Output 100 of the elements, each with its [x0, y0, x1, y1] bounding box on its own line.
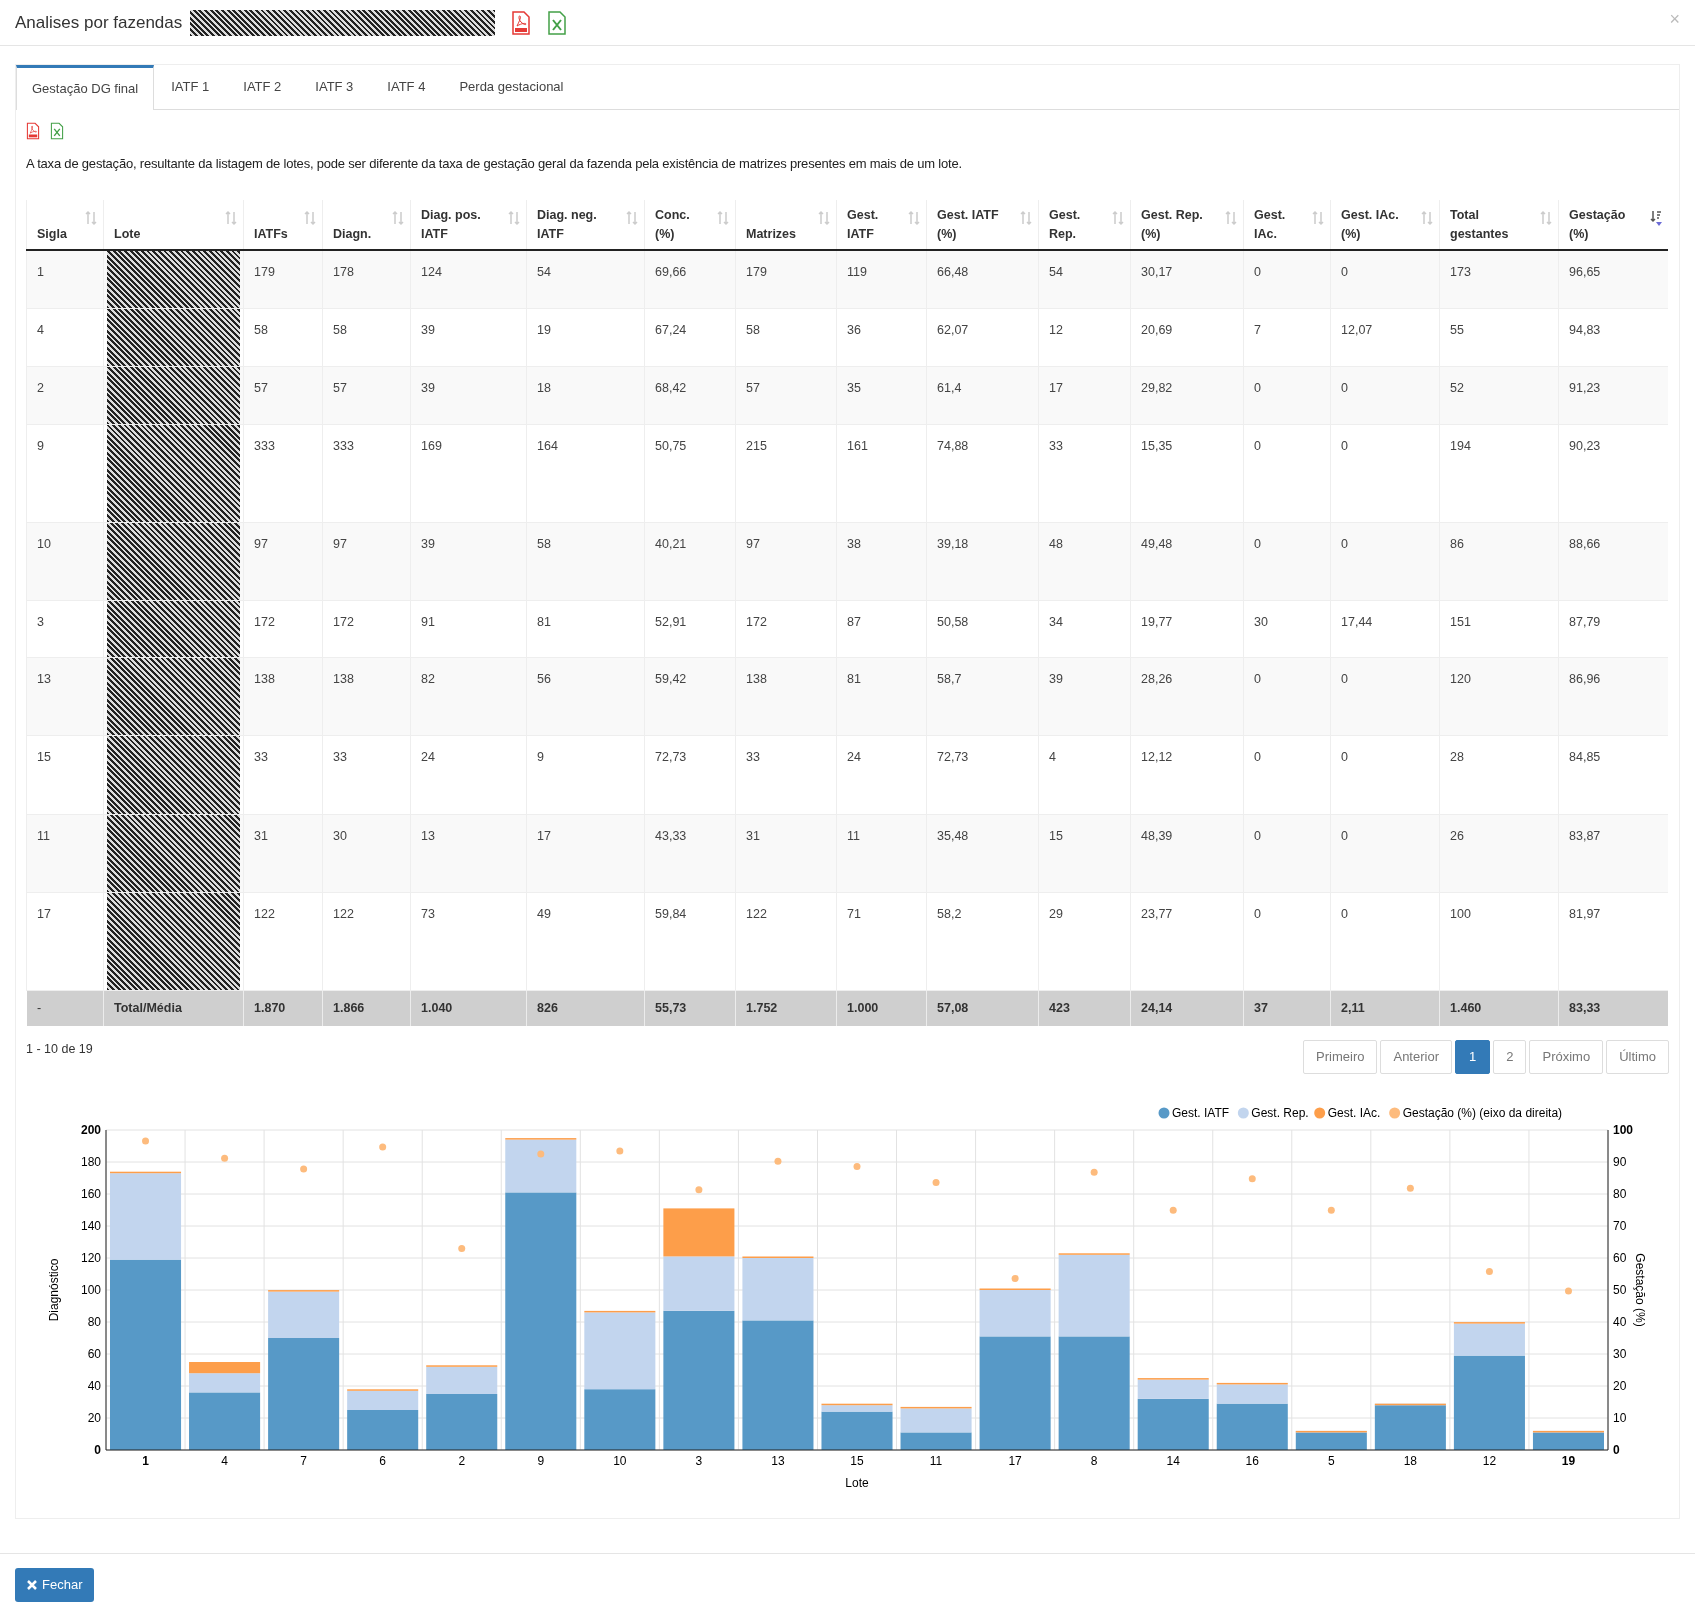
column-header[interactable]: Gest. IATF	[847, 205, 916, 244]
table-cell: 57	[333, 380, 347, 395]
sort-icon[interactable]	[225, 209, 237, 226]
column-header[interactable]: Gest. IAc. (%)	[1341, 205, 1429, 244]
sort-icon[interactable]	[1225, 209, 1237, 226]
sort-descending-icon[interactable]	[1649, 209, 1662, 226]
axis-tick-label: 120	[80, 1251, 101, 1265]
page-button[interactable]: 2	[1493, 1040, 1527, 1074]
table-cell: 28	[1450, 749, 1464, 764]
table-cell: 84,85	[1569, 749, 1601, 764]
axis-tick-label: 180	[80, 1155, 101, 1169]
page-button[interactable]: Anterior	[1380, 1040, 1452, 1074]
spreadsheet-icon[interactable]	[547, 10, 568, 35]
axis-tick-label: 160	[80, 1187, 101, 1201]
sort-icon[interactable]	[908, 209, 920, 226]
column-header[interactable]: Diagn.	[333, 224, 400, 244]
legend-label[interactable]: Gestação (%) (eixo da direita)	[1402, 1106, 1563, 1120]
table-cell: 35,48	[937, 828, 969, 843]
axis-tick-label: 17	[1008, 1454, 1022, 1468]
column-header[interactable]: Gest. IATF (%)	[937, 205, 1028, 244]
sort-icon[interactable]	[304, 209, 316, 226]
column-header[interactable]: Matrizes	[746, 224, 826, 244]
table-cell: 48	[1049, 536, 1063, 551]
table-cell: 122	[254, 906, 275, 921]
column-header[interactable]: Diag. pos. IATF	[421, 205, 516, 244]
axis-tick-label: 100	[80, 1283, 101, 1297]
table-cell: 120	[1450, 671, 1471, 686]
tab[interactable]: Perda gestacional	[442, 65, 581, 109]
table-cell: 50,58	[937, 614, 969, 629]
table-cell: 81,97	[1569, 906, 1601, 921]
table-cell: 151	[1450, 614, 1471, 629]
table-cell: 28,26	[1141, 671, 1173, 686]
table-cell: 215	[746, 438, 767, 453]
axis-tick-label: 15	[850, 1454, 864, 1468]
pdf-icon[interactable]	[26, 122, 40, 140]
sort-icon[interactable]	[1112, 209, 1124, 226]
sort-icon[interactable]	[1540, 209, 1552, 226]
close-icon	[27, 1580, 37, 1590]
column-header[interactable]: Lote	[114, 224, 233, 244]
pdf-icon[interactable]	[511, 10, 532, 35]
sort-icon[interactable]	[392, 209, 404, 226]
axis-tick-label: 4	[221, 1454, 228, 1468]
column-header[interactable]: Diag. neg. IATF	[537, 205, 634, 244]
column-header[interactable]: Total gestantes	[1450, 205, 1548, 244]
legend-label[interactable]: Gest. IATF	[1172, 1106, 1230, 1120]
legend-marker[interactable]	[1237, 1107, 1249, 1119]
table-cell: 54	[1049, 264, 1063, 279]
axis-tick-label: 60	[87, 1347, 101, 1361]
sort-icon[interactable]	[818, 209, 830, 226]
table-cell: 48,39	[1141, 828, 1173, 843]
tab[interactable]: IATF 2	[226, 65, 299, 109]
close-button[interactable]: Fechar	[15, 1568, 95, 1602]
page-button[interactable]: Primeiro	[1303, 1040, 1378, 1074]
tab[interactable]: Gestação DG final	[16, 65, 155, 110]
spreadsheet-icon[interactable]	[50, 122, 64, 140]
legend-label[interactable]: Gest. Rep.	[1251, 1106, 1309, 1120]
table-cell: 0	[1254, 906, 1261, 921]
column-header[interactable]: Sigla	[37, 224, 93, 244]
table-cell: 17	[537, 828, 551, 843]
column-header[interactable]: Gestação (%)	[1569, 205, 1658, 244]
table-cell: 12	[1049, 322, 1063, 337]
sort-icon[interactable]	[1312, 209, 1324, 226]
tab[interactable]: IATF 3	[298, 65, 371, 109]
table-cell: 10	[37, 536, 51, 551]
sort-icon[interactable]	[1020, 209, 1032, 226]
table-cell: 122	[333, 906, 354, 921]
tab[interactable]: IATF 1	[154, 65, 227, 109]
table-cell: 73	[421, 906, 435, 921]
page-button[interactable]: Próximo	[1529, 1040, 1604, 1074]
sort-icon[interactable]	[85, 209, 97, 226]
table-cell: 43,33	[655, 828, 687, 843]
table-cell: 66,48	[937, 264, 969, 279]
sort-icon[interactable]	[626, 209, 638, 226]
page-button[interactable]: 1	[1455, 1040, 1491, 1074]
axis-tick-label: 10	[613, 1454, 627, 1468]
table-cell: 0	[1254, 380, 1261, 395]
table-cell: 17	[1049, 380, 1063, 395]
table-cell: 15,35	[1141, 438, 1173, 453]
table-cell: 24	[847, 749, 861, 764]
column-header[interactable]: Conc. (%)	[655, 205, 725, 244]
column-header[interactable]: Gest. Rep. (%)	[1141, 205, 1233, 244]
table-cell: 11	[847, 828, 860, 843]
table-cell: 122	[746, 906, 767, 921]
column-header[interactable]: Gest. IAc.	[1254, 205, 1320, 244]
column-header[interactable]: IATFs	[254, 224, 312, 244]
table-cell: 23,77	[1141, 906, 1173, 921]
table-cell: 69,66	[655, 264, 687, 279]
sort-icon[interactable]	[1421, 209, 1433, 226]
page-button[interactable]: Último	[1606, 1040, 1669, 1074]
table-cell: 18	[537, 380, 551, 395]
legend-label[interactable]: Gest. IAc.	[1327, 1106, 1381, 1120]
legend-marker[interactable]	[1314, 1107, 1326, 1119]
legend-marker[interactable]	[1158, 1107, 1170, 1119]
column-header[interactable]: Gest. Rep.	[1049, 205, 1120, 244]
sort-icon[interactable]	[508, 209, 520, 226]
table-cell: 72,73	[937, 749, 969, 764]
tab[interactable]: IATF 4	[370, 65, 443, 109]
table-cell: 71	[847, 906, 861, 921]
sort-icon[interactable]	[717, 209, 729, 226]
legend-marker[interactable]	[1389, 1107, 1401, 1119]
